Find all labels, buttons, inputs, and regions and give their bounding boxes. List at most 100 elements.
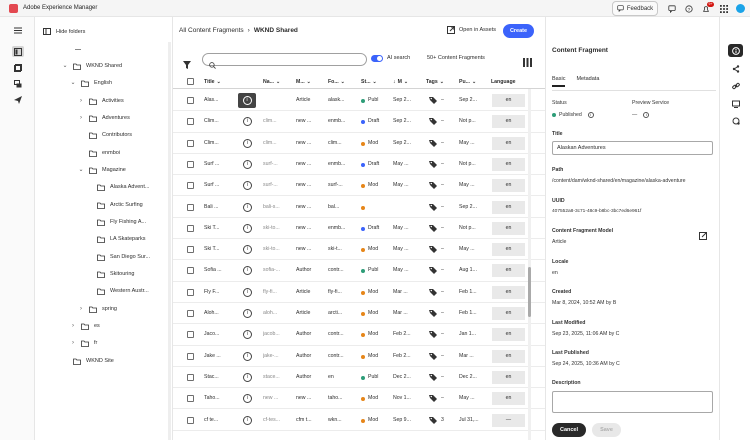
filter-icon[interactable] [183, 56, 191, 74]
feedback-button[interactable]: Feedback [612, 1, 658, 16]
cell-title[interactable]: Fly F... [204, 289, 234, 295]
cell-title[interactable]: Surf ... [204, 161, 234, 167]
table-row[interactable]: Surf ... i surf-... new ... surf-... Mod May .… [173, 175, 545, 197]
column-settings-icon[interactable] [523, 54, 532, 72]
table-row[interactable]: Aloh... i aloh... Article arcti... Mod Mar ...… [173, 303, 545, 325]
properties-info-icon[interactable] [728, 44, 743, 57]
tree-item[interactable]: › Activities [78, 97, 124, 105]
row-checkbox[interactable] [187, 97, 194, 104]
chevron-down-icon[interactable]: ⌄ [78, 166, 84, 174]
chevron-right-icon[interactable]: › [78, 114, 84, 122]
tab-basic[interactable]: Basic [552, 76, 566, 87]
tree-item[interactable]: Alaska Advent... [86, 183, 149, 191]
open-in-assets-button[interactable]: Open in Assets [447, 26, 496, 34]
table-row[interactable]: Bali ... i bali-s... new ... bal... – Sep 2...… [173, 197, 545, 218]
tree-item[interactable]: Fly Fishing A... [86, 218, 146, 226]
cell-title[interactable]: cf te... [204, 417, 234, 423]
tree-item[interactable]: › fr [70, 339, 97, 347]
col-tags[interactable]: Tags ⌄ [426, 79, 444, 85]
table-row[interactable]: Ski T... i ski-to... new ... enmb... Draft May… [173, 218, 545, 240]
share-icon[interactable] [728, 62, 743, 75]
breadcrumb-root[interactable]: All Content Fragments [179, 27, 244, 34]
cell-title[interactable]: Clim... [204, 140, 234, 146]
row-info-icon[interactable]: i [243, 181, 252, 191]
tree-item[interactable]: LA Skateparks [86, 235, 145, 243]
table-row[interactable]: Surf ... i surf-... new ... enmb... Draft May … [173, 154, 545, 176]
table-row[interactable]: Ski T... i ski-to... new ... ski-t... Mod May … [173, 239, 545, 261]
table-row[interactable]: Jake ... i jake-... Author contr... Mod Feb 2.… [173, 346, 545, 367]
title-field[interactable]: Alaskan Adventures [552, 141, 713, 155]
assets-nav-icon[interactable] [12, 62, 24, 73]
row-checkbox[interactable] [187, 118, 194, 126]
col-modified[interactable]: ↓ M ⌄ [393, 79, 408, 85]
tree-item[interactable]: › Adventures [78, 114, 130, 122]
col-language[interactable]: Language [491, 79, 516, 85]
col-folder[interactable]: Fo... ⌄ [328, 79, 345, 85]
tree-scrollbar[interactable] [168, 42, 171, 440]
row-info-icon[interactable]: i [243, 117, 252, 127]
table-row[interactable]: Jaco... i jacob... Author contr... Mod Feb 2..… [173, 324, 545, 346]
cell-title[interactable]: Jake ... [204, 353, 234, 359]
content-fragments-nav-icon[interactable] [12, 46, 24, 57]
tree-item[interactable]: › spring [78, 305, 117, 313]
row-info-icon[interactable]: i [243, 394, 252, 404]
row-info-icon[interactable]: i [243, 159, 252, 169]
table-row[interactable]: Clim... i clim... new ... enmb... Draft Sep 2.… [173, 111, 545, 133]
chevron-right-icon[interactable]: › [70, 339, 76, 347]
publish-nav-icon[interactable] [12, 94, 24, 105]
row-checkbox[interactable] [187, 310, 194, 317]
hide-folders-button[interactable]: Hide folders [43, 28, 85, 35]
cell-title[interactable]: Surf ... [204, 182, 234, 188]
row-info-icon[interactable]: i [243, 415, 252, 425]
row-info-icon[interactable]: i [243, 309, 252, 318]
cell-title[interactable]: Taho... [204, 395, 234, 401]
tree-item[interactable]: › es [70, 322, 100, 330]
help-icon[interactable]: ? [684, 4, 693, 13]
row-checkbox[interactable] [187, 416, 194, 424]
search-input[interactable] [202, 53, 367, 69]
table-row[interactable]: Clim... i clim... new ... clim... Mod Sep 2...… [173, 133, 545, 154]
models-nav-icon[interactable] [12, 78, 24, 89]
tree-item[interactable]: enmboi [78, 149, 120, 157]
cell-title[interactable]: Bali ... [204, 204, 234, 210]
row-checkbox[interactable] [187, 331, 194, 339]
preview-info-icon[interactable]: i [643, 112, 650, 118]
cell-title[interactable]: Alas... [204, 97, 234, 103]
col-name[interactable]: Na... ⌄ [263, 79, 280, 85]
cell-title[interactable]: Jaco... [204, 331, 234, 337]
tree-item[interactable]: WKND Site [62, 357, 114, 365]
cell-title[interactable]: Sofia ... [204, 267, 234, 273]
row-info-icon[interactable]: i [243, 245, 252, 255]
row-info-icon[interactable]: i [243, 351, 252, 361]
cell-title[interactable]: Aloh... [204, 310, 234, 316]
tree-item[interactable]: ⌄ English [70, 79, 112, 87]
tree-item[interactable]: Contributors [78, 131, 132, 139]
cell-title[interactable]: Ski T... [204, 246, 234, 252]
row-info-button[interactable]: i [238, 93, 256, 108]
row-info-icon[interactable]: i [243, 202, 252, 212]
ai-search-toggle[interactable] [371, 55, 383, 62]
tab-metadata[interactable]: Metadata [576, 76, 599, 87]
description-field[interactable] [552, 391, 713, 413]
row-checkbox[interactable] [187, 395, 194, 403]
row-info-icon[interactable]: i [243, 138, 252, 148]
row-checkbox[interactable] [187, 288, 194, 296]
row-checkbox[interactable] [187, 139, 194, 147]
menu-hamburger-icon[interactable] [12, 25, 24, 36]
user-avatar[interactable] [736, 4, 745, 13]
preview-icon[interactable] [728, 97, 743, 110]
chevron-right-icon[interactable]: › [70, 322, 76, 330]
col-published[interactable]: Pu... ⌄ [459, 79, 476, 85]
cell-title[interactable]: Ski T... [204, 225, 234, 231]
tree-item[interactable]: Skitouring [86, 270, 134, 278]
row-checkbox[interactable] [187, 160, 194, 168]
cancel-button[interactable]: Cancel [552, 423, 586, 437]
create-button[interactable]: Create [503, 24, 534, 38]
scrollbar-thumb[interactable] [528, 267, 531, 317]
apps-grid-icon[interactable] [719, 4, 728, 13]
row-checkbox[interactable] [187, 267, 194, 275]
chat-icon[interactable] [667, 4, 676, 13]
row-info-icon[interactable]: i [243, 223, 252, 233]
table-row[interactable]: cf te... i cf-tes... cfm t... wkn... Mod Sep 9… [173, 410, 545, 431]
ai-assistant-icon[interactable] [728, 114, 743, 127]
